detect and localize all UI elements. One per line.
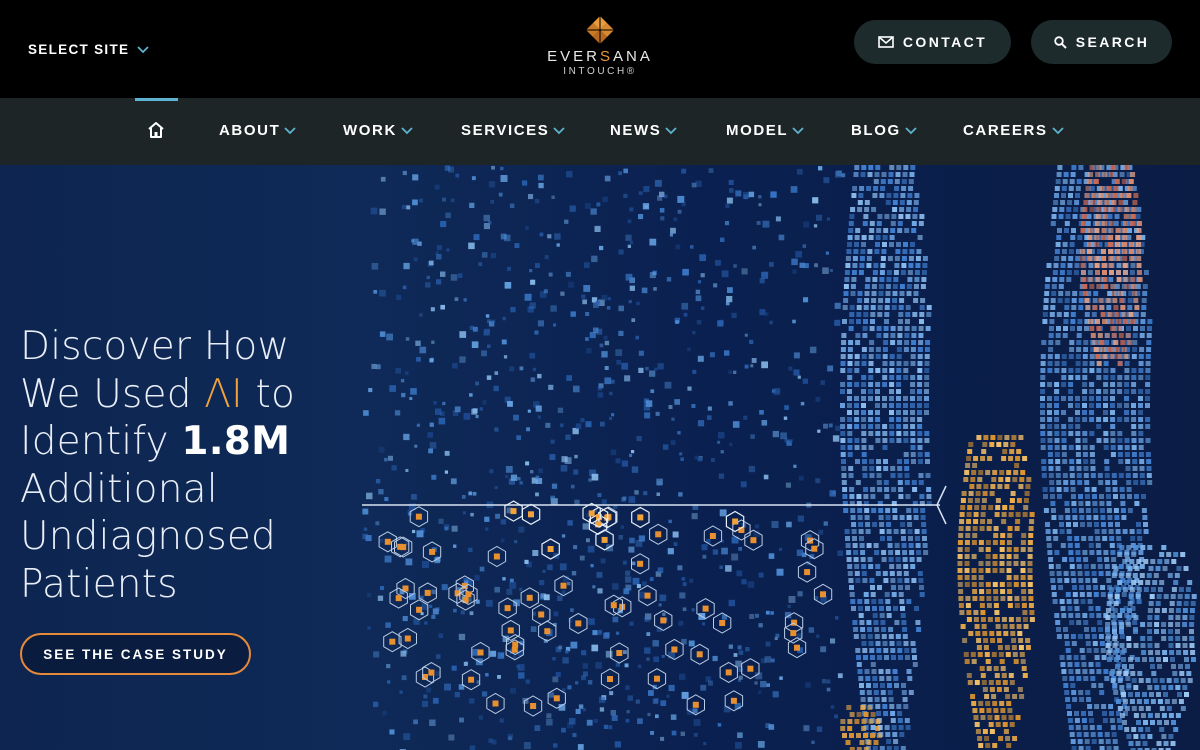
hero-banner: Discover How We Used ΛI to Identify 1.8M… (0, 165, 1200, 750)
chevron-down-icon (792, 126, 804, 134)
chevron-down-icon (905, 126, 917, 134)
nav-item-model[interactable]: MODEL (726, 122, 804, 139)
nav-item-careers[interactable]: CAREERS (963, 122, 1064, 139)
chevron-down-icon (665, 126, 678, 134)
logo-subtitle: INTOUCH® (563, 66, 637, 77)
hero-headline-line: Patients (20, 561, 178, 607)
contact-label: CONTACT (902, 34, 988, 50)
chevron-down-icon (401, 126, 413, 134)
search-icon (1054, 35, 1067, 49)
hero-headline: Discover How We Used ΛI to Identify 1.8M… (20, 323, 350, 608)
chevron-down-icon (137, 45, 149, 53)
main-nav: ABOUT WORK SERVICES NEWS MODEL BLOG CARE… (0, 98, 1200, 165)
contact-button[interactable]: CONTACT (854, 20, 1011, 64)
search-button[interactable]: SEARCH (1031, 20, 1172, 64)
nav-item-news[interactable]: NEWS (610, 122, 678, 139)
nav-item-label: MODEL (726, 122, 789, 139)
cta-label: SEE THE CASE STUDY (43, 646, 228, 662)
hero-headline-line: We Used ΛI to (20, 371, 296, 417)
eversana-logo-mark (586, 16, 614, 44)
hero-headline-line: Undiagnosed (20, 514, 277, 559)
nav-item-services[interactable]: SERVICES (461, 122, 566, 139)
select-site-dropdown[interactable]: SELECT SITE (28, 42, 149, 57)
eversana-intouch-logo[interactable]: EVERSANA INTOUCH® (544, 14, 656, 86)
nav-item-label: ABOUT (219, 122, 281, 139)
chevron-down-icon (553, 126, 566, 134)
nav-item-label: NEWS (610, 122, 662, 139)
hero-headline-line: Discover How (20, 324, 290, 369)
nav-item-work[interactable]: WORK (343, 122, 413, 139)
logo-wordmark: EVERSANA (547, 48, 653, 65)
mail-icon (878, 36, 894, 48)
see-case-study-button[interactable]: SEE THE CASE STUDY (20, 633, 251, 675)
nav-item-about[interactable]: ABOUT (219, 122, 296, 139)
hero-headline-line: Additional (20, 466, 218, 512)
search-label: SEARCH (1075, 34, 1150, 50)
home-icon[interactable] (146, 120, 166, 140)
nav-active-indicator (135, 98, 178, 101)
top-bar: SELECT SITE EVERSANA INTOUCH® CONTACT SE… (0, 0, 1200, 98)
chevron-down-icon (284, 126, 296, 134)
nav-item-label: SERVICES (461, 122, 550, 139)
hero-headline-line: Identify 1.8M (20, 419, 291, 464)
chevron-down-icon (1051, 126, 1064, 134)
nav-item-label: CAREERS (963, 122, 1048, 139)
nav-item-label: BLOG (851, 122, 901, 139)
nav-item-label: WORK (343, 122, 397, 139)
nav-item-blog[interactable]: BLOG (851, 122, 917, 139)
select-site-label: SELECT SITE (28, 42, 130, 57)
